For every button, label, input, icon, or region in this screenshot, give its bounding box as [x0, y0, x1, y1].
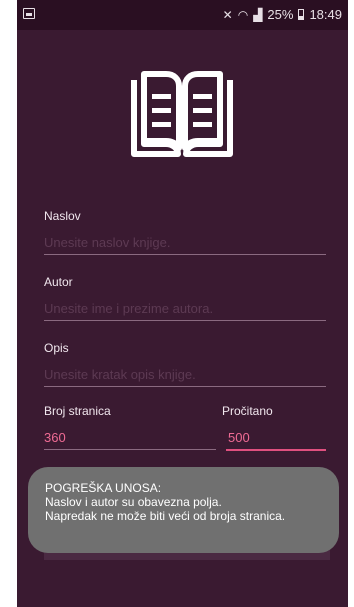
clock: 18:49 — [309, 7, 342, 22]
read-label: Pročitano — [222, 404, 273, 418]
author-input[interactable]: Unesite ime i prezime autora. — [44, 301, 326, 321]
title-placeholder: Unesite naslov knjige. — [44, 235, 171, 250]
author-label: Autor — [44, 275, 73, 289]
description-placeholder: Unesite kratak opis knjige. — [44, 367, 196, 382]
wifi-icon: ◠ — [237, 7, 249, 22]
read-input[interactable]: 500 — [228, 430, 326, 450]
toast-title: POGREŠKA UNOSA: — [45, 481, 162, 495]
read-underline-active — [226, 449, 326, 451]
battery-icon — [298, 9, 305, 20]
pages-value: 360 — [44, 430, 66, 445]
author-underline — [44, 320, 326, 321]
title-label: Naslov — [44, 209, 81, 223]
toast-line-progress: Napredak ne može biti veći od broja stra… — [45, 509, 286, 523]
description-underline — [44, 386, 326, 387]
status-icons: ✕ ◠ ▟ 25% 18:49 — [223, 7, 342, 22]
pages-input[interactable]: 360 — [44, 430, 214, 450]
signal-icon: ▟ — [253, 7, 263, 22]
description-label: Opis — [44, 341, 69, 355]
toast-line-required: Naslov i autor su obavezna polja. — [45, 495, 222, 509]
read-value: 500 — [228, 430, 250, 445]
mute-icon: ✕ — [222, 7, 233, 22]
battery-percent: 25% — [267, 7, 294, 22]
description-input[interactable]: Unesite kratak opis knjige. — [44, 367, 326, 387]
error-toast: POGREŠKA UNOSA: Naslov i autor su obavez… — [28, 467, 339, 553]
pages-label: Broj stranica — [44, 404, 111, 418]
title-input[interactable]: Unesite naslov knjige. — [44, 235, 326, 255]
pages-underline — [44, 449, 216, 450]
book-icon — [131, 71, 233, 157]
app-screen: ✕ ◠ ▟ 25% 18:49 Naslov Unesite naslov kn… — [17, 0, 348, 607]
status-bar: ✕ ◠ ▟ 25% 18:49 — [17, 0, 348, 30]
title-underline — [44, 254, 326, 255]
author-placeholder: Unesite ime i prezime autora. — [44, 301, 214, 316]
screenshot-notification-icon — [23, 8, 35, 19]
